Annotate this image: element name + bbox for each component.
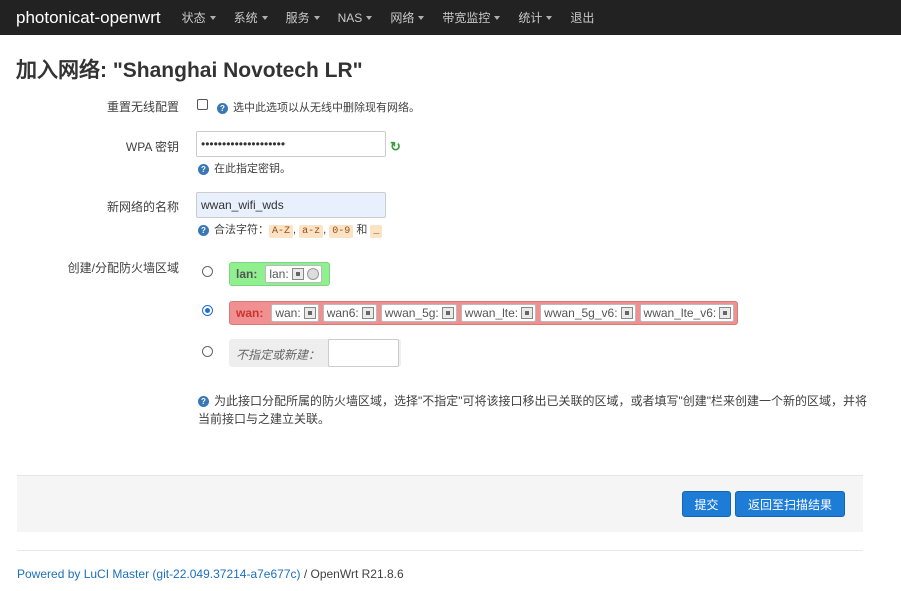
page-title: 加入网络: "Shanghai Novotech LR" <box>16 59 363 82</box>
wpa-key-help: ? 在此指定密钥。 <box>198 160 291 176</box>
unspecified-label: 不指定或新建： <box>236 348 321 362</box>
network-name-input[interactable]: wwan_wifi_wds <box>196 192 386 218</box>
wifi-icon <box>306 268 319 280</box>
ethernet-port-icon <box>521 307 534 319</box>
chevron-down-icon <box>494 16 501 20</box>
interface-badge: wwan_lte_v6: <box>639 304 735 322</box>
interface-badge: wwan_lte: <box>460 304 537 322</box>
interface-badge: wwan_5g: <box>380 304 457 322</box>
zone-name: wan: <box>236 306 264 320</box>
ethernet-port-icon <box>303 307 316 319</box>
luci-link[interactable]: Powered by LuCI Master (git-22.049.37214… <box>17 567 301 581</box>
reset-wireless-label: 重置无线配置 <box>106 100 179 114</box>
allowed-chars-code: _ <box>370 225 383 238</box>
allowed-chars-code: A-Z <box>269 225 294 238</box>
nav-item-bandwidth[interactable]: 带宽监控 <box>433 0 509 35</box>
zone-radio-wan[interactable] <box>202 305 213 316</box>
footer-divider <box>17 550 863 551</box>
nav-item-nas[interactable]: NAS <box>329 0 382 35</box>
ethernet-port-icon <box>620 307 633 319</box>
submit-button[interactable]: 提交 <box>682 491 731 517</box>
zone-radio-unspecified[interactable] <box>202 346 213 357</box>
firewall-zone-help: ? 为此接口分配所属的防火墙区域，选择"不指定"可将该接口移出已关联的区域，或者填… <box>198 394 868 426</box>
help-icon: ? <box>198 163 209 175</box>
ethernet-port-icon <box>719 307 732 319</box>
interface-badge: lan: <box>265 265 322 283</box>
network-name-label: 新网络的名称 <box>106 200 179 214</box>
ethernet-port-icon <box>291 268 304 280</box>
chevron-down-icon <box>366 16 373 20</box>
brand-logo[interactable]: photonicat-openwrt <box>0 8 173 28</box>
chevron-down-icon <box>313 16 320 20</box>
nav-item-network[interactable]: 网络 <box>381 0 433 35</box>
interface-badge: wan: <box>271 304 319 322</box>
nav-menu: 状态 系统 服务 NAS 网络 带宽监控 统计 退出 <box>173 0 604 35</box>
chevron-down-icon <box>418 16 425 20</box>
reveal-password-icon[interactable]: ↻ <box>390 139 401 155</box>
chevron-down-icon <box>261 16 268 20</box>
interface-badge: wan6: <box>322 304 377 322</box>
nav-item-services[interactable]: 服务 <box>277 0 329 35</box>
help-icon: ? <box>198 396 209 408</box>
nav-item-system[interactable]: 系统 <box>225 0 277 35</box>
network-name-help: ? 合法字符： A-Z, a-z, 0-9 和 _ <box>198 221 383 238</box>
zone-radio-lan[interactable] <box>202 266 213 277</box>
ethernet-port-icon <box>441 307 454 319</box>
reset-wireless-checkbox[interactable] <box>197 99 208 110</box>
wpa-key-input[interactable]: •••••••••••••••••••• <box>196 131 386 157</box>
back-to-scan-button[interactable]: 返回至扫描结果 <box>735 491 845 517</box>
reset-wireless-help: ? 选中此选项以从无线中删除现有网络。 <box>217 99 420 115</box>
top-navbar: photonicat-openwrt 状态 系统 服务 NAS 网络 带宽监控 … <box>0 0 901 35</box>
nav-item-statistics[interactable]: 统计 <box>509 0 561 35</box>
wpa-key-label: WPA 密钥 <box>125 140 179 154</box>
ethernet-port-icon <box>361 307 374 319</box>
zone-wan: wan: wan: wan6: wwan_5g: wwan_lte: wwan_… <box>229 301 739 325</box>
nav-item-status[interactable]: 状态 <box>173 0 225 35</box>
footer: Powered by LuCI Master (git-22.049.37214… <box>17 567 404 581</box>
help-icon: ? <box>217 102 228 114</box>
help-icon: ? <box>198 224 209 236</box>
interface-badge: wwan_5g_v6: <box>540 304 636 322</box>
nav-item-logout[interactable]: 退出 <box>561 0 603 35</box>
form-actions: 提交 返回至扫描结果 <box>17 475 863 532</box>
new-zone-input[interactable] <box>328 339 399 367</box>
zone-lan: lan: lan: <box>229 262 330 286</box>
zone-name: lan: <box>236 267 258 281</box>
chevron-down-icon <box>209 16 216 20</box>
allowed-chars-code: 0-9 <box>329 225 354 238</box>
allowed-chars-code: a-z <box>299 225 324 238</box>
chevron-down-icon <box>546 16 553 20</box>
firewall-zone-label: 创建/分配防火墙区域 <box>67 261 179 275</box>
